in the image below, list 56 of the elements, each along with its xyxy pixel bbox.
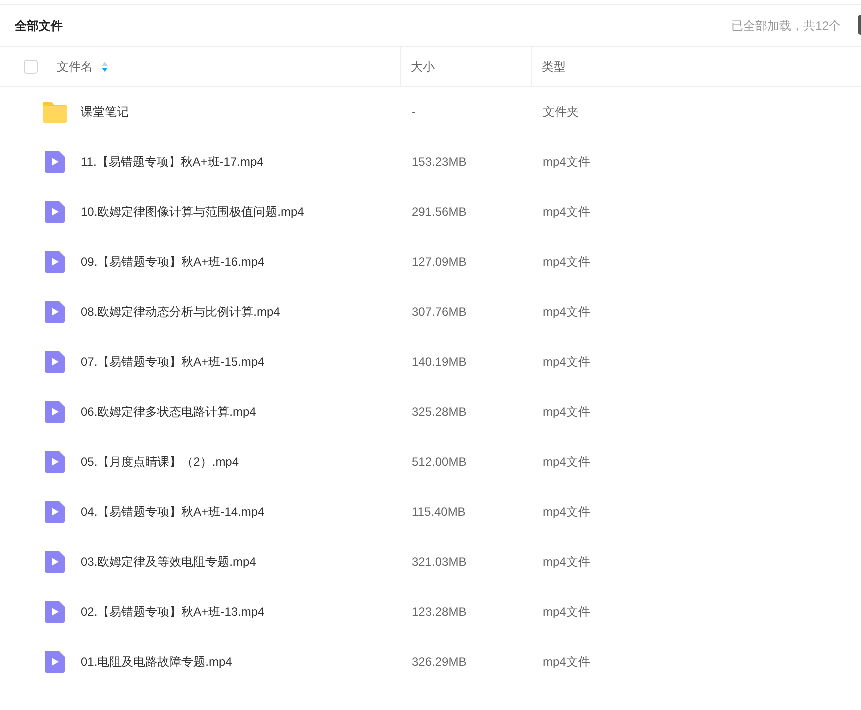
file-type: mp4文件 [543, 655, 590, 669]
file-type: mp4文件 [543, 255, 590, 269]
select-all-checkbox[interactable] [24, 60, 38, 74]
load-status: 已全部加载，共12个 [732, 18, 841, 34]
video-file-icon [45, 201, 65, 223]
video-file-icon [45, 451, 65, 473]
file-name[interactable]: 04.【易错题专项】秋A+班-14.mp4 [81, 503, 265, 521]
video-file-icon [45, 601, 65, 623]
file-size: 512.00MB [412, 455, 467, 469]
folder-icon [43, 101, 67, 123]
file-name[interactable]: 08.欧姆定律动态分析与比例计算.mp4 [81, 303, 280, 321]
video-file-icon [45, 551, 65, 573]
file-size: 291.56MB [412, 205, 467, 219]
file-name[interactable]: 01.电阻及电路故障专题.mp4 [81, 653, 232, 671]
file-name[interactable]: 07.【易错题专项】秋A+班-15.mp4 [81, 353, 265, 371]
file-name[interactable]: 03.欧姆定律及等效电阻专题.mp4 [81, 553, 256, 571]
file-size: 326.29MB [412, 655, 467, 669]
file-type: 文件夹 [543, 105, 579, 119]
file-name[interactable]: 05.【月度点睛课】（2）.mp4 [81, 453, 240, 471]
scrollbar-thumb[interactable] [858, 15, 861, 35]
file-type: mp4文件 [543, 205, 590, 219]
file-size: 123.28MB [412, 605, 467, 619]
file-type: mp4文件 [543, 405, 590, 419]
file-size: 115.40MB [412, 505, 466, 519]
file-name[interactable]: 课堂笔记 [81, 103, 129, 121]
file-type: mp4文件 [543, 305, 590, 319]
file-size: 325.28MB [412, 405, 467, 419]
video-file-icon [45, 351, 65, 373]
file-size: 140.19MB [412, 355, 467, 369]
column-header[interactable]: 大小 [411, 58, 435, 76]
file-size: 127.09MB [412, 255, 467, 269]
file-type: mp4文件 [543, 455, 590, 469]
file-type: mp4文件 [543, 605, 590, 619]
video-file-icon [45, 401, 65, 423]
file-type: mp4文件 [543, 505, 590, 519]
file-name[interactable]: 11.【易错题专项】秋A+班-17.mp4 [81, 153, 264, 171]
file-name[interactable]: 06.欧姆定律多状态电路计算.mp4 [81, 403, 256, 421]
video-file-icon [45, 651, 65, 673]
column-header[interactable]: 类型 [542, 58, 566, 76]
file-size: 321.03MB [412, 555, 467, 569]
file-type: mp4文件 [543, 155, 590, 169]
sort-icon[interactable] [102, 62, 108, 72]
video-file-icon [45, 301, 65, 323]
video-file-icon [45, 151, 65, 173]
video-file-icon [45, 251, 65, 273]
file-name[interactable]: 02.【易错题专项】秋A+班-13.mp4 [81, 603, 265, 621]
file-size: - [412, 105, 416, 119]
file-type: mp4文件 [543, 355, 590, 369]
page-title: 全部文件 [15, 18, 63, 34]
file-size: 307.76MB [412, 305, 467, 319]
file-type: mp4文件 [543, 555, 590, 569]
video-file-icon [45, 501, 65, 523]
file-name[interactable]: 09.【易错题专项】秋A+班-16.mp4 [81, 253, 265, 271]
column-header[interactable]: 文件名 [57, 58, 93, 76]
file-size: 153.23MB [412, 155, 467, 169]
file-name[interactable]: 10.欧姆定律图像计算与范围极值问题.mp4 [81, 203, 304, 221]
